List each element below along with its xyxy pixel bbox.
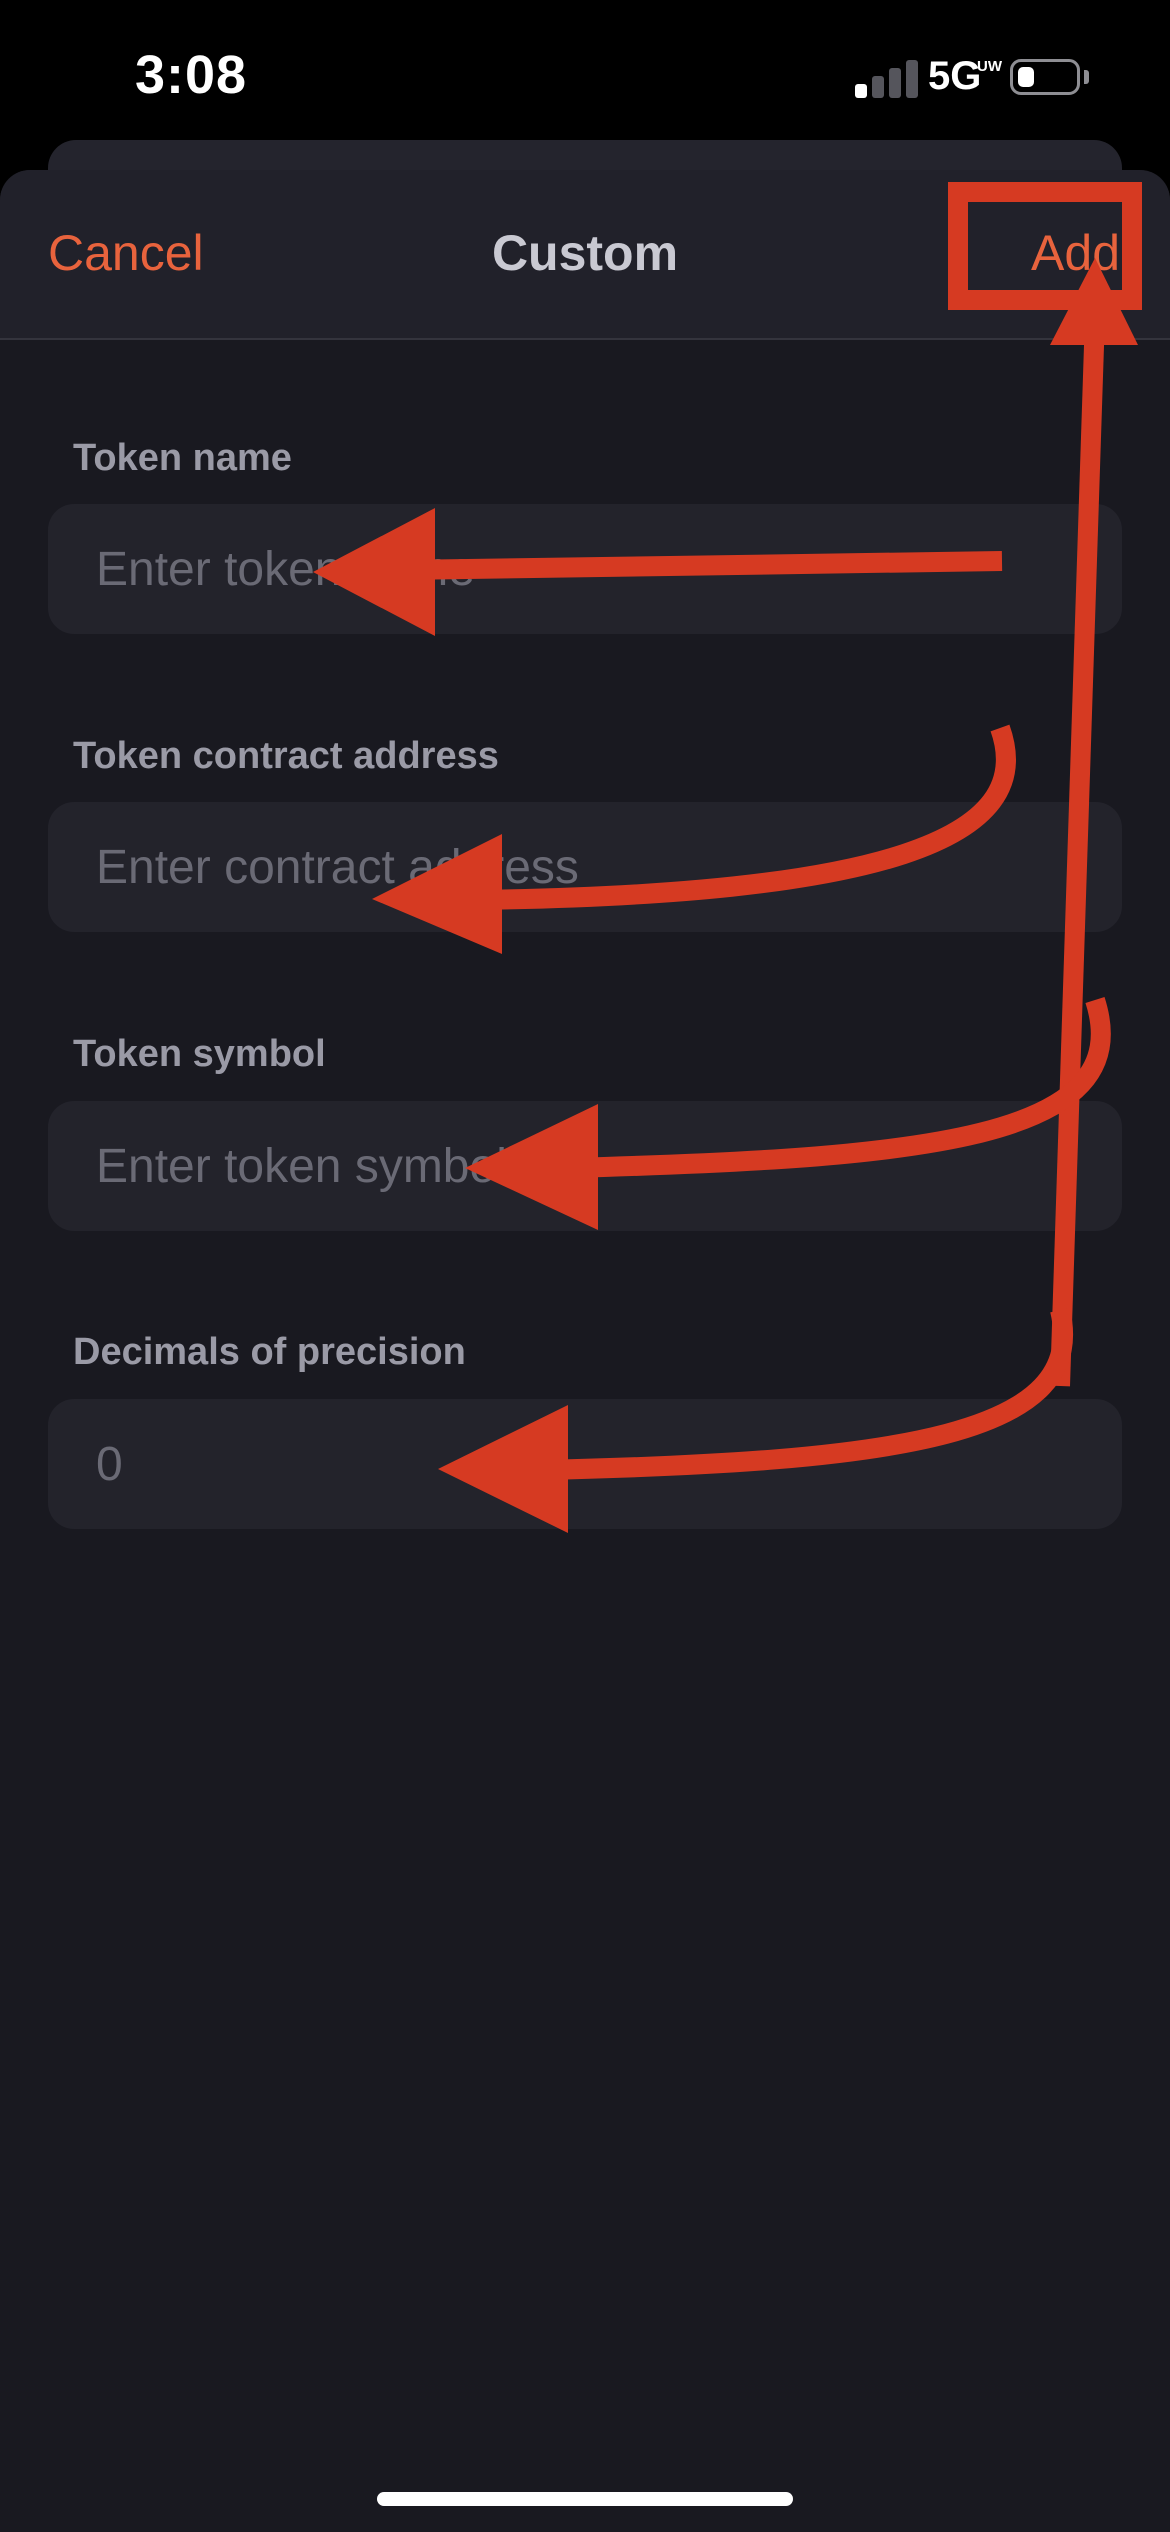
signal-bar <box>855 84 867 98</box>
token-name-input[interactable] <box>96 504 1086 634</box>
token-contract-address-field[interactable] <box>48 802 1122 932</box>
screen: 3:08 5G UW Cancel Custom Add Token name … <box>0 0 1170 2532</box>
cancel-button[interactable]: Cancel <box>48 224 204 282</box>
network-subtype: UW <box>977 58 1002 75</box>
home-indicator[interactable] <box>377 2492 793 2506</box>
token-name-label: Token name <box>73 437 292 479</box>
token-symbol-field[interactable] <box>48 1101 1122 1231</box>
navigation-bar: Cancel Custom Add <box>0 170 1170 340</box>
decimals-of-precision-field[interactable] <box>48 1399 1122 1529</box>
status-time: 3:08 <box>135 45 248 105</box>
status-bar: 3:08 5G UW <box>0 0 1170 150</box>
custom-token-sheet: Cancel Custom Add Token name Token contr… <box>0 170 1170 2532</box>
signal-bar <box>889 68 901 98</box>
signal-bar <box>906 60 918 98</box>
battery-tip <box>1084 70 1089 84</box>
token-symbol-input[interactable] <box>96 1101 1086 1231</box>
battery-icon <box>1010 59 1080 95</box>
token-contract-address-label: Token contract address <box>73 735 499 777</box>
battery-level <box>1018 67 1034 87</box>
decimals-of-precision-label: Decimals of precision <box>73 1331 466 1373</box>
token-name-field[interactable] <box>48 504 1122 634</box>
decimals-of-precision-input[interactable] <box>96 1399 1086 1529</box>
signal-bar <box>872 76 884 98</box>
network-type: 5G <box>928 54 982 98</box>
add-button[interactable]: Add <box>1031 224 1120 282</box>
token-contract-address-input[interactable] <box>96 802 1086 932</box>
cellular-signal-icon <box>855 58 919 98</box>
token-symbol-label: Token symbol <box>73 1033 326 1075</box>
